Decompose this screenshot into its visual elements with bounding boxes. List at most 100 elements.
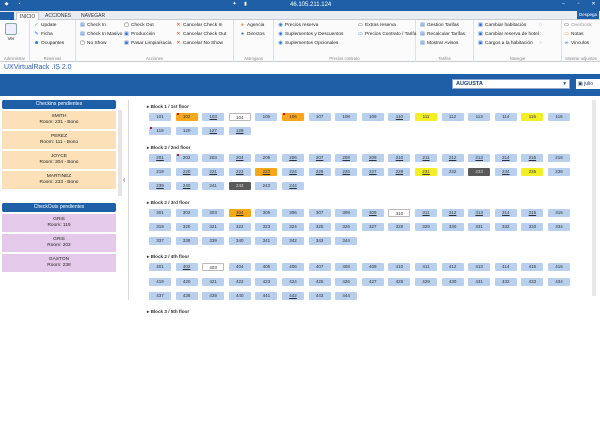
- room-cell[interactable]: 313: [468, 208, 491, 217]
- room-cell[interactable]: 227: [361, 167, 384, 176]
- agencia-button[interactable]: ● Agencia: [240, 22, 265, 29]
- room-cell[interactable]: 304: [228, 208, 251, 217]
- room-cell[interactable]: 414: [494, 263, 517, 272]
- room-cell[interactable]: 330: [441, 222, 464, 231]
- room-cell[interactable]: 308: [335, 208, 358, 217]
- room-cell[interactable]: 239: [149, 182, 171, 191]
- room-cell[interactable]: 236: [548, 167, 570, 176]
- room-cell[interactable]: 321: [202, 222, 225, 231]
- print-icon-button[interactable]: ◌: [538, 40, 543, 47]
- room-cell[interactable]: 314: [494, 208, 517, 217]
- tab-inicio[interactable]: INICIO: [16, 12, 40, 20]
- pasar-limpia-sucia-button[interactable]: ▣ Pasar Limpia/sucia: [124, 40, 171, 47]
- save-icon[interactable]: ▪: [17, 2, 22, 7]
- room-cell[interactable]: 243: [255, 182, 278, 191]
- room-cell[interactable]: 102: [175, 113, 198, 121]
- room-cell[interactable]: 240: [175, 182, 198, 191]
- room-cell[interactable]: 432: [494, 277, 517, 286]
- room-cell[interactable]: 323: [255, 222, 278, 231]
- room-cell[interactable]: 233: [468, 167, 491, 176]
- room-cell[interactable]: 204: [228, 153, 251, 162]
- room-cell[interactable]: 201: [149, 153, 171, 162]
- checkin-card[interactable]: PEREZ Room: 111 - Bono: [2, 131, 116, 149]
- block-label[interactable]: ▸ Block 2 / 4th floor: [147, 254, 189, 260]
- room-cell[interactable]: 437: [149, 292, 171, 300]
- precios-contrato-tarifa-button[interactable]: ▭ Precios Contrato / Tarifa: [358, 31, 416, 38]
- room-cell[interactable]: 405: [255, 263, 278, 272]
- room-cell[interactable]: 119: [149, 127, 171, 136]
- room-cell[interactable]: 344: [335, 237, 358, 246]
- room-cell[interactable]: 324: [282, 222, 304, 231]
- room-cell[interactable]: 407: [308, 263, 331, 272]
- room-cell[interactable]: 409: [361, 263, 384, 272]
- recalcular-tarifas-button[interactable]: ▤ Recalcular Tarifas: [420, 31, 465, 38]
- precios-reserva-button[interactable]: ◉ Precios reserva: [278, 22, 343, 29]
- room-cell[interactable]: 105: [255, 113, 278, 121]
- update-button[interactable]: ✓ Update: [34, 22, 64, 29]
- block-label[interactable]: ▸ Block 1 / 1st floor: [147, 104, 189, 110]
- checkin-card[interactable]: SMITH Room: 231 - Bono: [2, 111, 116, 129]
- room-cell[interactable]: 211: [415, 153, 437, 162]
- room-cell[interactable]: 101: [149, 113, 171, 121]
- block-label[interactable]: ▸ Block 2 / 2nd floor: [147, 145, 190, 151]
- check-in-masivo-button[interactable]: ▤ Check In Masivo: [80, 31, 122, 38]
- room-cell[interactable]: 305: [255, 208, 278, 217]
- suplementos-descuentos-button[interactable]: ◉ Suplementos y Descuentos: [278, 31, 343, 38]
- room-cell[interactable]: 104: [228, 113, 251, 121]
- collapse-panel-icon[interactable]: ‹: [123, 177, 125, 184]
- room-cell[interactable]: 116: [548, 113, 570, 121]
- room-cell[interactable]: 115: [521, 113, 544, 121]
- room-cell[interactable]: 114: [494, 113, 517, 121]
- room-cell[interactable]: 438: [175, 292, 198, 300]
- room-cell[interactable]: 342: [282, 237, 304, 246]
- room-cell[interactable]: 439: [202, 292, 225, 300]
- tab-navegar[interactable]: NAVEGAR: [78, 12, 108, 20]
- cambiar-habitacion-button[interactable]: ▣ Cambiar habitación: [478, 22, 539, 29]
- checkin-card[interactable]: MARTINEZ Room: 233 - Bono: [2, 171, 116, 189]
- room-cell[interactable]: 427: [361, 277, 384, 286]
- room-cell[interactable]: 232: [441, 167, 464, 176]
- ficha-button[interactable]: ✎ Ficha: [34, 31, 64, 38]
- checkout-card[interactable]: GRIS Room: 119: [2, 214, 116, 232]
- room-cell[interactable]: 339: [202, 237, 225, 246]
- room-cell[interactable]: 213: [468, 153, 491, 162]
- produccion-button[interactable]: ▣ Producción: [124, 31, 172, 38]
- cancelar-check-out-button[interactable]: ✕ Cancelar Check Out: [176, 31, 226, 38]
- room-cell[interactable]: 424: [282, 277, 304, 286]
- info-icon-button[interactable]: ◌: [538, 31, 543, 38]
- room-cell[interactable]: 443: [308, 292, 331, 300]
- room-cell[interactable]: 306: [282, 208, 304, 217]
- pin-icon[interactable]: ✦: [232, 2, 237, 7]
- room-cell[interactable]: 326: [335, 222, 358, 231]
- minimize-icon[interactable]: –: [561, 2, 566, 7]
- room-cell[interactable]: 216: [548, 153, 570, 162]
- tab-acciones[interactable]: ACCIONES: [42, 12, 74, 20]
- room-cell[interactable]: 226: [335, 167, 358, 176]
- gestion-tarifas-button[interactable]: ▤ Gestion Tarifas: [420, 22, 465, 29]
- room-cell[interactable]: 302: [175, 208, 198, 217]
- room-cell[interactable]: 340: [228, 237, 251, 246]
- room-cell[interactable]: 412: [441, 263, 464, 272]
- extras-reserva-button[interactable]: ▭ Extras reserva: [358, 22, 416, 29]
- room-cell[interactable]: 228: [388, 167, 411, 176]
- cargos-habitacion-button[interactable]: ▣ Cargos a la habitación: [478, 40, 539, 47]
- mostrar-avisos-button[interactable]: ▤ Mostrar Avisos: [420, 40, 465, 47]
- room-cell[interactable]: 208: [335, 153, 358, 162]
- room-cell[interactable]: 207: [308, 153, 331, 162]
- room-cell[interactable]: 332: [494, 222, 517, 231]
- room-cell[interactable]: 322: [228, 222, 251, 231]
- restore-icon[interactable]: ▫: [576, 2, 581, 7]
- room-cell[interactable]: 103: [202, 113, 225, 121]
- room-cell[interactable]: 128: [228, 127, 251, 136]
- room-cell[interactable]: 331: [468, 222, 491, 231]
- room-cell[interactable]: 327: [361, 222, 384, 231]
- room-cell[interactable]: 107: [308, 113, 331, 121]
- room-cell[interactable]: 106: [282, 113, 304, 121]
- room-cell[interactable]: 440: [228, 292, 251, 300]
- ver-button[interactable]: Ver: [4, 23, 18, 41]
- room-cell[interactable]: 431: [468, 277, 491, 286]
- room-cell[interactable]: 310: [388, 208, 411, 217]
- no-show-button[interactable]: ▢ No Show: [80, 40, 122, 47]
- room-cell[interactable]: 205: [255, 153, 278, 162]
- ocupantes-button[interactable]: ☻ Ocupantes: [34, 40, 64, 47]
